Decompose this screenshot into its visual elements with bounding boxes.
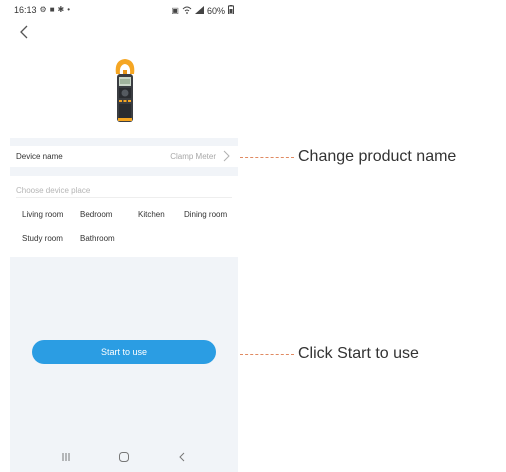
device-name-value: Clamp Meter — [170, 152, 216, 161]
device-name-row[interactable]: Device name Clamp Meter — [10, 146, 238, 167]
section-gap — [10, 138, 238, 146]
callout-line-start — [240, 354, 294, 355]
room-living-room[interactable]: Living room — [22, 210, 63, 219]
nav-back-button[interactable] — [170, 450, 194, 464]
callout-click-start: Click Start to use — [298, 345, 419, 362]
chevron-right-icon — [223, 150, 230, 162]
room-study-room[interactable]: Study room — [22, 234, 63, 243]
room-kitchen[interactable]: Kitchen — [138, 210, 165, 219]
recent-apps-icon — [62, 453, 70, 461]
system-nav-bar — [10, 440, 238, 472]
start-to-use-button[interactable]: Start to use — [32, 340, 216, 364]
battery-percent: 60% — [206, 6, 225, 16]
signal-icon — [194, 5, 204, 17]
status-time: 16:13 — [14, 5, 37, 15]
app-status-icon: ✱ — [57, 5, 65, 14]
callout-change-name: Change product name — [298, 148, 457, 165]
clamp-meter-icon — [115, 59, 135, 122]
device-name-label: Device name — [16, 152, 63, 161]
alarm-status-icon: ▣ — [171, 6, 179, 15]
room-bathroom[interactable]: Bathroom — [80, 234, 115, 243]
battery-icon — [228, 5, 234, 17]
home-button[interactable] — [112, 450, 136, 464]
recent-apps-button[interactable] — [54, 450, 78, 464]
wifi-icon — [182, 6, 192, 17]
back-icon — [179, 452, 185, 462]
room-dining-room[interactable]: Dining room — [184, 210, 227, 219]
place-section-title: Choose device place — [16, 186, 91, 195]
callout-line-name — [240, 157, 294, 158]
room-bedroom[interactable]: Bedroom — [80, 210, 112, 219]
phone-screen: 16:13 ⚙ ■ ✱ • ▣ 60% Device name Clamp Me… — [10, 0, 238, 472]
back-button[interactable] — [16, 23, 32, 41]
divider — [16, 197, 232, 198]
settings-status-icon: ⚙ — [39, 5, 47, 14]
dot-status-icon: • — [67, 5, 71, 14]
status-bar: 16:13 ⚙ ■ ✱ • ▣ 60% — [10, 5, 238, 19]
section-gap — [10, 167, 238, 176]
home-icon — [119, 452, 129, 462]
chevron-left-icon — [20, 25, 28, 39]
message-status-icon: ■ — [49, 5, 55, 14]
